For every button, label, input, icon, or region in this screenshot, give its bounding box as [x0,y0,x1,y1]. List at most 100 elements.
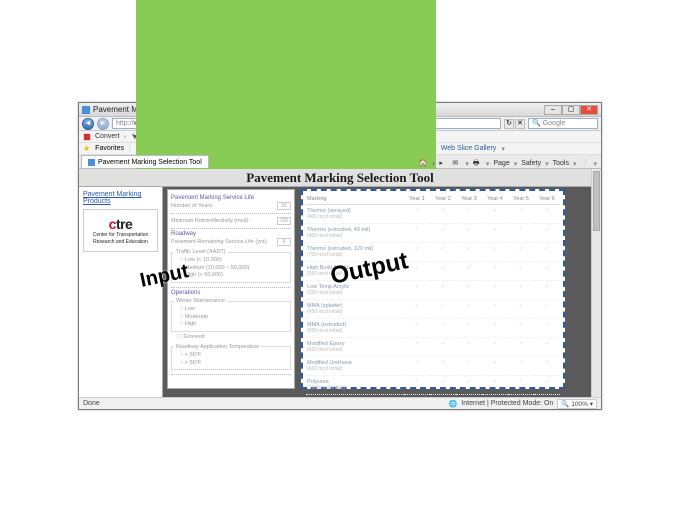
refresh-button[interactable]: ↻ [504,119,514,129]
tools-menu[interactable]: Tools [553,160,569,167]
year-cell: ✓ [430,300,456,319]
year-cell: ✓ [404,281,430,300]
year-cell: ✓ [534,300,560,319]
winter-med-radio[interactable]: Moderate [174,314,288,322]
print-icon[interactable]: 🖶 [473,159,482,168]
product-sub: (600 mcd initial) [307,347,403,353]
year-cell: ✓ [430,376,456,395]
year-cell: ✓ [508,376,534,395]
col-year6: Year 6 [534,194,560,205]
logo-sub1: Center for Transportation [87,233,154,239]
logo-rest: tre [116,216,132,232]
year-cell: ✓ [508,243,534,262]
year-cell: ✓ [404,243,430,262]
vertical-scrollbar[interactable] [591,169,601,397]
safety-menu[interactable]: Safety [521,160,541,167]
table-row: MMA (splatter)(450 mcd initial)✓✓✓✓✓✓ [306,300,560,319]
stop-button[interactable]: ✕ [515,119,525,129]
help-icon[interactable]: ❔ [580,159,589,168]
home-icon[interactable]: 🏠 [419,159,428,168]
logo-c: c [109,216,116,232]
year-cell: ✓ [456,300,482,319]
product-sub: (400 mcd initial) [307,214,403,220]
year-cell: ✓ [508,338,534,357]
year-cell: ✓ [404,357,430,376]
favorites-bar: ★ Favorites | Web Slice Gallery ▾ [79,143,601,155]
product-sub: (400 mcd initial) [307,233,403,239]
sidebar-link-products[interactable]: Pavement Marking Products [83,191,158,205]
winter-high-radio[interactable]: High [174,321,288,329]
tab-favicon [88,159,95,166]
year-cell: ✓ [430,205,456,224]
traffic-low-radio[interactable]: Low (< 10,000) [174,257,288,265]
search-box[interactable]: 🔍 Google [528,118,598,129]
year-cell: ✓ [456,224,482,243]
favicon [82,106,90,114]
globe-icon: 🌐 [449,400,458,408]
year-cell: ✓ [404,262,430,281]
close-button[interactable]: ✕ [580,105,598,115]
year-cell: ✓ [456,376,482,395]
year-cell: ✓ [404,376,430,395]
year-cell: ✓ [482,243,508,262]
table-row: Modified Epoxy(600 mcd initial)✓✓✓✓✓✓ [306,338,560,357]
back-button[interactable]: ◄ [82,118,94,130]
page-menu[interactable]: Page [493,160,509,167]
traffic-fieldset: Traffic Level (AADT) Low (< 10,000) Medi… [171,249,291,283]
convert-button[interactable]: Convert [95,133,120,140]
favorites-star-icon[interactable]: ★ [83,144,90,153]
year-cell: ✓ [534,338,560,357]
status-done: Done [83,400,100,407]
traffic-legend: Traffic Level (AADT) [174,249,228,255]
convert-icon [83,133,91,141]
col-year3: Year 3 [456,194,482,205]
year-cell: ✓ [482,300,508,319]
year-cell: ✓ [482,205,508,224]
years-label: Number of Years: [171,203,214,209]
forward-button[interactable]: ► [97,118,109,130]
web-slice-link[interactable]: Web Slice Gallery [441,145,497,152]
year-cell: ✓ [456,281,482,300]
years-input[interactable]: 15 [277,202,291,210]
table-row: Thermo (extruded, 40 mil)(400 mcd initia… [306,224,560,243]
table-row: Thermo (extruded, 120 mil)(700 mcd initi… [306,243,560,262]
url-protocol: http:// [116,119,134,128]
year-cell: ✓ [404,224,430,243]
remaining-input[interactable]: 6 [277,238,291,246]
mail-icon[interactable]: ✉ [452,159,461,168]
year-cell: ✓ [534,243,560,262]
traffic-med-radio[interactable]: Medium (10,000 – 50,000) [174,265,288,273]
remaining-label: Pavement Remaining Service Life (yrs): [171,239,268,245]
maximize-button[interactable]: ▢ [562,105,580,115]
logo-sub2: Research and Education [87,240,154,246]
year-cell: ✓ [534,376,560,395]
search-icon: 🔍 [532,119,541,128]
status-zone: Internet | Protected Mode: On [461,400,553,407]
year-cell: ✓ [404,338,430,357]
temp-gt-radio[interactable]: > 50°F [174,360,288,368]
grooved-checkbox[interactable]: Grooved [171,334,291,342]
minimize-button[interactable]: – [544,105,562,115]
left-sidebar: Pavement Marking Products ctre Center fo… [79,187,163,397]
year-cell: ✓ [508,281,534,300]
table-row: MMA (extruded)(500 mcd initial)✓✓✓✓✓✓ [306,319,560,338]
favorites-label[interactable]: Favorites [95,145,124,152]
feeds-icon[interactable]: ▸ [439,159,448,168]
winter-legend: Winter Maintenance [174,298,227,304]
command-bar: 🏠▾ ▸ ✉▾ 🖶▾ Page▾ Safety▾ Tools▾ ❔▾ [209,159,601,168]
col-marking: Marking [306,194,404,205]
active-tab[interactable]: Pavement Marking Selection Tool [81,155,209,168]
page-content: Pavement Marking Selection Tool Pavement… [79,169,601,397]
work-area: Pavement Marking Service Life Number of … [163,187,601,397]
col-year1: Year 1 [404,194,430,205]
traffic-high-radio[interactable]: High (> 50,000) [174,272,288,280]
year-cell: ✓ [482,357,508,376]
scrollbar-thumb[interactable] [593,171,600,231]
year-cell: ✓ [404,205,430,224]
search-placeholder: Google [543,119,566,128]
winter-low-radio[interactable]: Low [174,306,288,314]
retro-input[interactable]: 100 [277,217,291,225]
zoom-value: 100% [571,401,588,408]
zoom-control[interactable]: 🔍 100% ▾ [557,399,597,409]
temp-lt-radio[interactable]: < 50°F [174,352,288,360]
